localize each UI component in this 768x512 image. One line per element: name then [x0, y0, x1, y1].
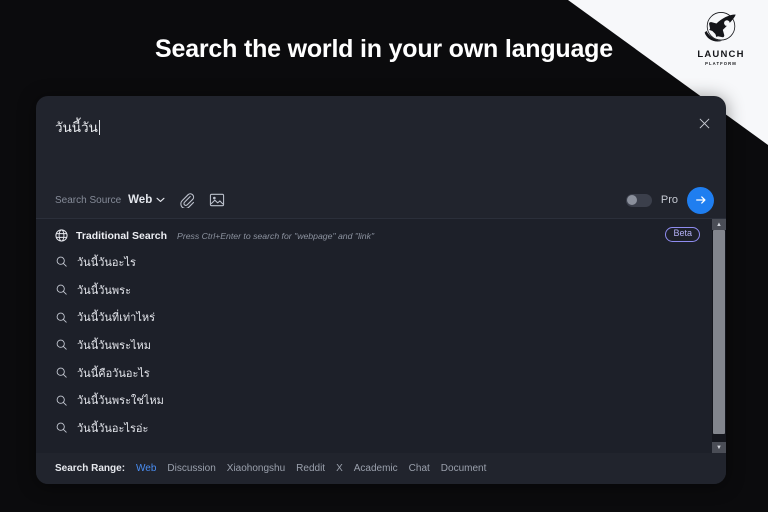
- search-range-item[interactable]: Xiaohongshu: [227, 463, 285, 474]
- brand-name: LAUNCH: [697, 49, 745, 60]
- search-icon: [56, 339, 67, 351]
- suggestion-row[interactable]: วันนี้วันที่เท่าไหร่: [36, 303, 712, 331]
- search-toolbar: Search Source Web Pro: [36, 182, 726, 218]
- globe-icon: [55, 229, 68, 242]
- dropdown-scrollbar[interactable]: ▲ ▼: [712, 219, 726, 453]
- search-glyph: [56, 395, 67, 406]
- pro-toggle-knob: [627, 195, 638, 205]
- search-range-item[interactable]: Chat: [409, 463, 430, 474]
- search-glyph: [56, 423, 67, 434]
- app-root: LAUNCH PLATFORM Search the world in your…: [0, 0, 768, 512]
- search-range-item[interactable]: Academic: [354, 463, 398, 474]
- globe-glyph: [55, 229, 68, 242]
- search-icon: [56, 312, 67, 323]
- suggestion-row[interactable]: วันนี้วันอะไร: [36, 248, 712, 276]
- submit-search-button[interactable]: [687, 186, 714, 214]
- suggestion-row[interactable]: วันนี้วันอะไรอ่ะ: [36, 414, 712, 442]
- traditional-search-row[interactable]: Traditional Search Press Ctrl+Enter to s…: [36, 223, 712, 248]
- suggestion-row[interactable]: วันนี้คือวันอะไร: [36, 359, 712, 387]
- paperclip-glyph: [180, 193, 194, 208]
- search-source-value: Web: [128, 194, 153, 206]
- search-glyph: [56, 367, 67, 378]
- suggestion-rows: วันนี้วันอะไรวันนี้วันพระวันนี้วันที่เท่…: [36, 248, 712, 442]
- chevron-down-icon: [156, 197, 165, 203]
- search-input-area[interactable]: วันนี้วัน: [36, 96, 726, 182]
- search-range-item[interactable]: X: [336, 463, 343, 474]
- search-icon: [56, 256, 67, 268]
- paperclip-icon[interactable]: [178, 192, 195, 209]
- suggestion-text: วันนี้วันอะไรอ่ะ: [77, 422, 149, 435]
- suggestion-row[interactable]: วันนี้วันพระใช่ไหม: [36, 386, 712, 414]
- traditional-search-label: Traditional Search: [76, 229, 168, 242]
- suggestion-text: วันนี้วันที่เท่าไหร่: [77, 312, 156, 325]
- search-range-label: Search Range:: [55, 463, 126, 474]
- suggestion-text: วันนี้วันพระไหม: [77, 339, 152, 352]
- brand-logo: LAUNCH PLATFORM: [692, 9, 750, 69]
- search-panel: วันนี้วัน Search Source Web Pro Traditio…: [36, 96, 726, 484]
- suggestion-row[interactable]: วันนี้วันพระ: [36, 276, 712, 304]
- traditional-search-hint: Press Ctrl+Enter to search for "webpage"…: [177, 230, 375, 241]
- suggestion-row[interactable]: วันนี้วันพระไหม: [36, 331, 712, 359]
- arrow-right-icon: [695, 196, 706, 204]
- search-range-item[interactable]: Reddit: [296, 463, 325, 474]
- search-range-item[interactable]: Document: [441, 463, 487, 474]
- suggestions-list: Traditional Search Press Ctrl+Enter to s…: [36, 219, 712, 453]
- search-icon: [56, 422, 67, 434]
- brand-tagline: PLATFORM: [705, 60, 737, 66]
- search-range-bar: Search Range: Web Discussion Xiaohongshu Re…: [36, 453, 726, 484]
- suggestions-dropdown: Traditional Search Press Ctrl+Enter to s…: [36, 218, 726, 453]
- scroll-up-arrow-icon[interactable]: ▲: [712, 219, 726, 230]
- close-icon[interactable]: [696, 115, 712, 131]
- search-glyph: [56, 340, 67, 351]
- search-source-select[interactable]: Web: [128, 194, 165, 206]
- scroll-down-arrow-icon[interactable]: ▼: [712, 442, 726, 453]
- beta-badge: Beta: [665, 227, 700, 242]
- text-caret: [98, 119, 100, 135]
- scrollbar-thumb[interactable]: [713, 230, 725, 434]
- suggestion-text: วันนี้วันพระใช่ไหม: [77, 395, 164, 408]
- image-glyph: [209, 193, 224, 207]
- search-input[interactable]: วันนี้วัน: [55, 116, 100, 138]
- suggestion-text: วันนี้วันพระ: [77, 284, 131, 297]
- close-glyph: [699, 118, 709, 128]
- search-icon: [56, 395, 67, 406]
- search-source-label: Search Source: [55, 194, 122, 206]
- search-input-value: วันนี้วัน: [55, 120, 98, 135]
- search-glyph: [56, 284, 67, 295]
- search-range-item[interactable]: Discussion: [167, 463, 215, 474]
- pro-label: Pro: [660, 194, 678, 206]
- rocket-icon: [704, 12, 736, 42]
- suggestion-text: วันนี้วันอะไร: [77, 256, 136, 269]
- search-range-item[interactable]: Web: [136, 463, 156, 474]
- search-glyph: [56, 312, 67, 323]
- search-range-items: Web Discussion Xiaohongshu Reddit X Academic C…: [136, 463, 497, 474]
- pro-toggle[interactable]: [625, 193, 652, 207]
- scrollbar-track[interactable]: [712, 230, 726, 442]
- search-icon: [56, 367, 67, 378]
- image-icon[interactable]: [208, 192, 225, 209]
- search-icon: [56, 284, 67, 295]
- suggestion-text: วันนี้คือวันอะไร: [77, 367, 150, 380]
- search-glyph: [56, 256, 67, 268]
